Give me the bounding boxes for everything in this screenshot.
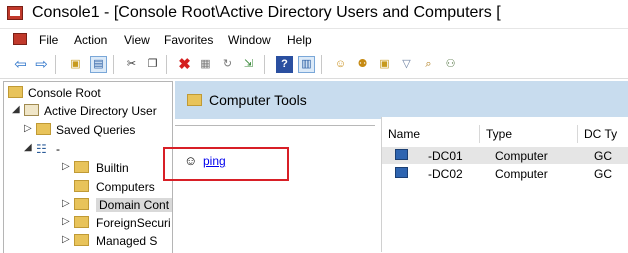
folder-icon: [187, 94, 202, 106]
highlight-annotation: [163, 147, 289, 181]
show-action-pane-icon[interactable]: ▥: [298, 56, 315, 73]
tree-item-label: Active Directory User: [44, 104, 157, 118]
filter-icon[interactable]: ▽: [398, 56, 415, 73]
back-arrow-icon[interactable]: ⇦: [12, 56, 29, 73]
new-ou-icon[interactable]: ▣: [376, 56, 393, 73]
tree-item-label: Console Root: [28, 86, 101, 100]
computer-icon: [395, 167, 408, 178]
cut-icon[interactable]: ✂: [123, 56, 140, 73]
folder-icon: [74, 234, 89, 246]
add-to-group-icon[interactable]: ⚇: [442, 56, 459, 73]
menu-favorites[interactable]: Favorites: [164, 33, 213, 47]
list-row[interactable]: -DC02 Computer GC: [382, 165, 628, 182]
menu-action[interactable]: Action: [74, 33, 107, 47]
column-header-type[interactable]: Type: [480, 125, 578, 143]
mmc-app-icon[interactable]: [7, 6, 23, 20]
ad-users-computers-icon: [24, 104, 39, 116]
tools-task-area: ☺ ping: [163, 125, 375, 253]
menu-view[interactable]: View: [124, 33, 150, 47]
tree-item-label: Computers: [96, 180, 155, 194]
menu-help[interactable]: Help: [287, 33, 312, 47]
tree-item-label: Builtin: [96, 161, 129, 175]
toolbar-separator: [166, 55, 167, 74]
column-header-name[interactable]: Name: [382, 125, 480, 143]
tree-item-label: -: [56, 142, 60, 156]
find-icon[interactable]: ⌕: [420, 56, 437, 73]
properties-icon[interactable]: ▦: [197, 56, 214, 73]
console-tree[interactable]: Console Root ◢ Active Directory User ▷ S…: [3, 81, 173, 253]
toolbar-separator: [264, 55, 265, 74]
row-dc-type: GC: [594, 167, 612, 181]
refresh-icon[interactable]: ↻: [219, 56, 236, 73]
ou-folder-icon: [74, 198, 89, 210]
delete-icon[interactable]: ✖: [176, 56, 193, 73]
results-list[interactable]: Name Type DC Ty -DC01 Computer GC -DC02 …: [381, 117, 628, 252]
collapse-icon[interactable]: ◢: [24, 142, 32, 153]
new-group-icon[interactable]: ⚉: [354, 56, 371, 73]
tools-title: Computer Tools: [209, 92, 307, 108]
row-type: Computer: [495, 167, 548, 181]
expand-icon[interactable]: ▷: [62, 161, 70, 172]
collapse-icon[interactable]: ◢: [12, 104, 20, 115]
row-name: -DC02: [428, 167, 463, 181]
list-row[interactable]: -DC01 Computer GC: [382, 147, 628, 164]
folder-icon: [8, 86, 23, 98]
ping-link[interactable]: ping: [203, 154, 226, 168]
tree-item-label: Saved Queries: [56, 123, 136, 137]
row-dc-type: GC: [594, 149, 612, 163]
window-title: Console1 - [Console Root\Active Director…: [32, 4, 501, 21]
expand-icon[interactable]: ▷: [62, 216, 70, 227]
row-name: -DC01: [428, 149, 463, 163]
ping-tool-icon[interactable]: ☺: [184, 153, 197, 168]
computer-tools-pane: Computer Tools ☺ ping Name Type DC Ty -D…: [163, 81, 628, 253]
up-folder-icon[interactable]: ▣: [67, 56, 84, 73]
help-icon[interactable]: ?: [276, 56, 293, 73]
folder-icon: [74, 216, 89, 228]
computer-icon: [395, 149, 408, 160]
toolbar-separator: [321, 55, 322, 74]
tree-item-label: Domain Cont: [96, 198, 172, 212]
folder-icon: [36, 123, 51, 135]
folder-icon: [74, 161, 89, 173]
menu-file[interactable]: File: [39, 33, 58, 47]
menu-window[interactable]: Window: [228, 33, 271, 47]
tree-item-label: ForeignSecuri: [96, 216, 171, 230]
expand-icon[interactable]: ▷: [24, 123, 32, 134]
show-console-tree-icon[interactable]: ▤: [90, 56, 107, 73]
toolbar-separator: [55, 55, 56, 74]
row-type: Computer: [495, 149, 548, 163]
column-header-dc-type[interactable]: DC Ty: [578, 125, 628, 143]
tools-header: Computer Tools: [175, 81, 628, 119]
expand-icon[interactable]: ▷: [62, 234, 70, 245]
tree-item-label: Managed S: [96, 234, 158, 248]
expand-icon[interactable]: ▷: [62, 198, 70, 209]
new-user-icon[interactable]: ☺: [332, 56, 349, 73]
title-bar: Console1 - [Console Root\Active Director…: [0, 0, 628, 29]
toolbar-separator: [113, 55, 114, 74]
system-menu-icon[interactable]: [13, 33, 27, 45]
export-list-icon[interactable]: ⇲: [240, 56, 257, 73]
domain-icon: ☷: [36, 142, 47, 156]
copy-icon[interactable]: ❐: [144, 56, 161, 73]
menu-bar: File Action View Favorites Window Help: [0, 29, 628, 51]
toolbar: ⇦ ⇨ ▣ ▤ ✂ ❐ ✖ ▦ ↻ ⇲ ? ▥ ☺ ⚉ ▣ ▽ ⌕ ⚇: [0, 51, 628, 79]
forward-arrow-icon[interactable]: ⇨: [33, 56, 50, 73]
folder-icon: [74, 180, 89, 192]
